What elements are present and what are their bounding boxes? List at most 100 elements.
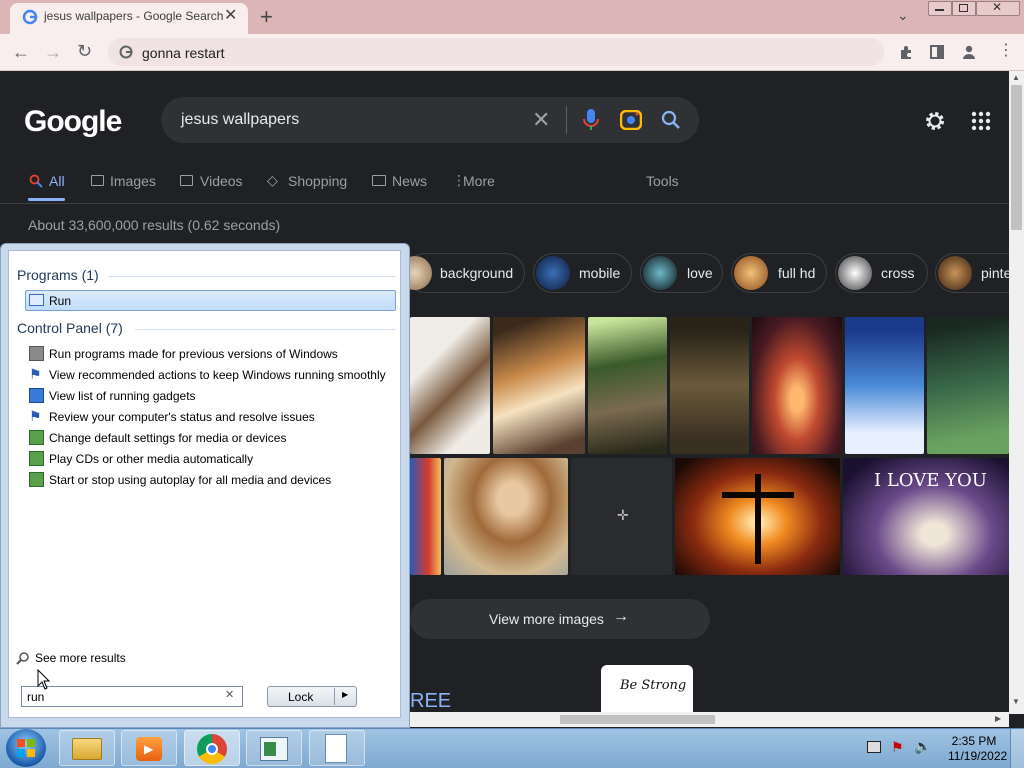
image-result[interactable] xyxy=(410,458,441,575)
image-result[interactable] xyxy=(493,317,585,454)
image-result[interactable] xyxy=(927,317,1009,454)
control-panel-item[interactable]: Play CDs or other media automatically xyxy=(49,452,253,466)
gadgets-icon xyxy=(29,388,44,403)
lens-camera-icon[interactable] xyxy=(620,110,642,130)
loading-cross-icon: ✛ xyxy=(617,507,629,523)
tab-images[interactable]: Images xyxy=(110,173,156,189)
section-divider xyxy=(135,329,396,330)
control-panel-header: Control Panel (7) xyxy=(17,320,123,336)
side-panel-icon[interactable] xyxy=(930,45,944,59)
see-more-results-link[interactable]: See more results xyxy=(35,651,126,665)
image-result[interactable] xyxy=(588,317,667,454)
show-desktop-button[interactable] xyxy=(1010,729,1024,768)
run-label: Run xyxy=(49,294,72,308)
tab-more[interactable]: More xyxy=(463,173,495,189)
control-panel-item[interactable]: Start or stop using autoplay for all med… xyxy=(49,473,331,487)
image-result[interactable] xyxy=(410,317,490,454)
tab-search-icon[interactable]: ⌄ xyxy=(897,8,909,22)
shutdown-options-arrow-icon[interactable]: ▶ xyxy=(342,690,348,699)
news-icon xyxy=(372,175,386,186)
view-more-label: View more images xyxy=(489,611,604,627)
autoplay-icon xyxy=(29,430,44,445)
chip-label: pinte xyxy=(981,265,1012,281)
section-divider xyxy=(108,276,396,277)
image-caption: I LOVE YOU xyxy=(874,470,987,491)
chip-thumbnail xyxy=(938,256,972,290)
taskbar-clock[interactable]: 2:35 PM 11/19/2022 xyxy=(948,734,1008,764)
settings-gear-icon[interactable] xyxy=(923,109,947,133)
action-center-flag-icon[interactable]: ⚑ xyxy=(891,739,904,756)
scroll-right-arrow-icon[interactable]: ▶ xyxy=(995,714,1001,723)
horizontal-scroll-thumb[interactable] xyxy=(560,715,715,724)
tab-shopping[interactable]: Shopping xyxy=(288,173,347,189)
start-search-input[interactable]: run xyxy=(27,690,44,704)
action-center-flag-icon: ⚑ xyxy=(29,408,42,424)
play-icon xyxy=(180,175,193,186)
run-program-item[interactable] xyxy=(25,290,396,311)
chip-thumbnail xyxy=(734,256,768,290)
chip-thumbnail xyxy=(838,256,872,290)
arrow-right-icon: → xyxy=(613,608,629,625)
restore-icon xyxy=(959,4,968,12)
microphone-icon[interactable] xyxy=(582,108,600,132)
profile-icon[interactable] xyxy=(961,44,977,60)
address-text: gonna restart xyxy=(142,45,225,61)
volume-icon[interactable]: 🔈 xyxy=(914,738,931,755)
scroll-down-arrow-icon[interactable]: ▼ xyxy=(1012,697,1020,706)
image-result[interactable] xyxy=(845,317,924,454)
cross-silhouette xyxy=(755,474,761,564)
search-icon xyxy=(29,174,43,188)
control-panel-item[interactable]: Review your computer's status and resolv… xyxy=(49,410,315,424)
clock-date: 11/19/2022 xyxy=(948,749,1008,763)
folder-icon xyxy=(72,738,102,760)
vertical-scroll-thumb[interactable] xyxy=(1011,85,1022,230)
new-tab-button[interactable]: + xyxy=(260,4,273,30)
scroll-up-arrow-icon[interactable]: ▲ xyxy=(1012,73,1020,82)
search-divider xyxy=(566,106,567,134)
tools-button[interactable]: Tools xyxy=(646,173,679,189)
autoplay-icon xyxy=(29,472,44,487)
play-icon: ▶ xyxy=(144,742,154,756)
google-logo[interactable]: Google xyxy=(24,105,122,139)
magnifier-icon xyxy=(16,652,29,665)
tab-all[interactable]: All xyxy=(49,173,65,189)
image-result[interactable] xyxy=(752,317,842,454)
clear-search-icon[interactable]: ✕ xyxy=(532,107,550,133)
result-stats: About 33,600,000 results (0.62 seconds) xyxy=(28,217,281,233)
thumbnail-text: Be Strong xyxy=(620,678,687,693)
tab-news[interactable]: News xyxy=(392,173,427,189)
tab-videos[interactable]: Videos xyxy=(200,173,243,189)
back-arrow-icon[interactable]: ← xyxy=(12,43,30,61)
clear-search-icon[interactable]: ✕ xyxy=(225,688,234,701)
extensions-icon[interactable] xyxy=(898,44,914,60)
programs-header: Programs (1) xyxy=(17,267,99,283)
apps-grid-icon[interactable] xyxy=(971,111,991,131)
google-g-icon xyxy=(119,45,133,59)
control-panel-item[interactable]: Run programs made for previous versions … xyxy=(49,347,338,361)
image-result[interactable] xyxy=(670,317,749,454)
tab-close-icon[interactable]: ✕ xyxy=(224,8,237,24)
image-icon xyxy=(91,175,104,186)
minimize-icon xyxy=(935,9,944,11)
program-compatibility-icon xyxy=(29,346,44,361)
button-divider xyxy=(334,688,335,705)
chip-label: love xyxy=(687,265,713,281)
reload-icon[interactable]: ↻ xyxy=(77,42,92,60)
windows-logo-icon xyxy=(17,739,35,757)
window-icon-detail xyxy=(264,742,276,756)
search-input[interactable]: jesus wallpapers xyxy=(181,111,299,129)
image-result[interactable] xyxy=(444,458,568,575)
search-icon[interactable] xyxy=(661,110,681,130)
tab-title: jesus wallpapers - Google Search xyxy=(44,9,224,23)
control-panel-item[interactable]: Change default settings for media or dev… xyxy=(49,431,286,445)
forward-arrow-icon[interactable]: → xyxy=(44,43,62,61)
browser-menu-icon[interactable]: ⋮ xyxy=(998,43,1014,59)
nav-divider xyxy=(0,203,1009,204)
network-icon[interactable] xyxy=(867,741,881,753)
chip-thumbnail xyxy=(536,256,570,290)
google-favicon-icon xyxy=(22,9,38,25)
partial-result-title[interactable]: REE xyxy=(410,690,451,713)
control-panel-item[interactable]: View list of running gadgets xyxy=(49,389,196,403)
control-panel-item[interactable]: View recommended actions to keep Windows… xyxy=(49,368,386,382)
start-search-box[interactable] xyxy=(21,686,243,707)
